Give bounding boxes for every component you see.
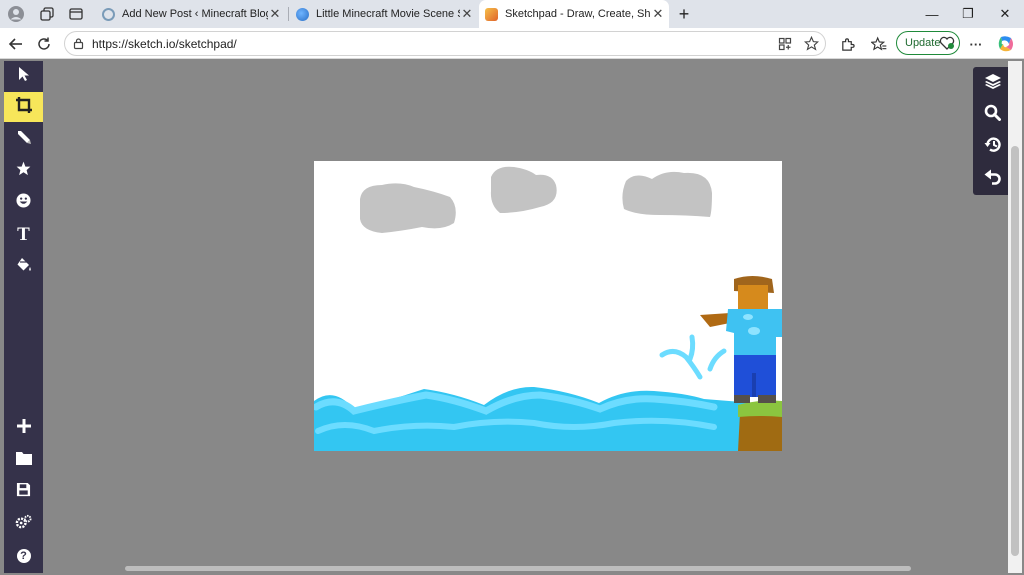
- tab-actions-icon[interactable]: [66, 4, 86, 24]
- splash-right: [707, 348, 727, 372]
- tab-bar: Add New Post ‹ Minecraft Blog — WordPres…: [0, 0, 1024, 28]
- undo-button[interactable]: [973, 163, 1012, 195]
- favorite-star-icon[interactable]: [803, 35, 820, 56]
- cliff-dirt: [738, 413, 782, 451]
- emoji-tool[interactable]: [4, 188, 43, 218]
- address-bar[interactable]: https://sketch.io/sketchpad/: [64, 31, 826, 56]
- text-tool[interactable]: T: [4, 220, 43, 250]
- new-sketch-button[interactable]: [4, 413, 43, 443]
- gears-icon: [15, 514, 32, 535]
- minimize-button[interactable]: —: [913, 0, 951, 28]
- history-button[interactable]: [973, 131, 1012, 163]
- back-button[interactable]: [5, 33, 27, 55]
- undo-icon: [984, 169, 1001, 190]
- figure-head: [738, 285, 768, 311]
- cloud-left: [360, 183, 456, 233]
- right-tool-panel: [973, 67, 1012, 195]
- site-info-icon[interactable]: [72, 37, 85, 55]
- help-button[interactable]: ?: [4, 541, 43, 571]
- pencil-icon: [16, 129, 32, 150]
- heart-pulse-icon: [939, 36, 955, 53]
- profile-icon[interactable]: [6, 4, 26, 24]
- tool-sidebar: T ?: [4, 61, 43, 573]
- star-icon: [16, 161, 31, 181]
- app-available-icon[interactable]: [778, 37, 792, 56]
- save-button[interactable]: [4, 477, 43, 507]
- close-tab-icon[interactable]: ✕: [651, 6, 665, 22]
- tab-title: Add New Post ‹ Minecraft Blog — WordPres…: [122, 8, 268, 20]
- select-tool[interactable]: [4, 61, 43, 91]
- sketchpad-favicon-icon: [485, 7, 498, 21]
- close-tab-icon[interactable]: ✕: [460, 6, 474, 22]
- layers-button[interactable]: [973, 67, 1012, 99]
- workspaces-icon[interactable]: [37, 4, 57, 24]
- horizontal-scroll-thumb[interactable]: [125, 566, 911, 571]
- favorites-icon[interactable]: [868, 33, 890, 55]
- arrow-cursor-icon: [17, 66, 31, 87]
- tab-wordpress[interactable]: Add New Post ‹ Minecraft Blog — WordPres…: [96, 2, 286, 26]
- tab-sketchpad[interactable]: Sketchpad - Draw, Create, Share! ✕: [479, 0, 669, 28]
- navigation-bar: https://sketch.io/sketchpad/ Update ···: [0, 28, 1024, 59]
- shapes-tool[interactable]: [4, 156, 43, 186]
- settings-button[interactable]: [4, 509, 43, 539]
- figure-arm: [700, 313, 730, 327]
- cloud-middle: [490, 166, 557, 213]
- paint-bucket-icon: [16, 257, 32, 278]
- fill-tool[interactable]: [4, 252, 43, 282]
- crop-tool[interactable]: [4, 92, 43, 122]
- shirt-patch: [748, 327, 760, 335]
- tab-separator: [288, 7, 289, 21]
- save-floppy-icon: [16, 482, 31, 502]
- sketch-drawing: [314, 166, 782, 451]
- cloud-right: [622, 171, 712, 217]
- vertical-scrollbar[interactable]: [1008, 61, 1022, 573]
- folder-icon: [15, 451, 32, 470]
- extensions-icon[interactable]: [836, 33, 858, 55]
- update-button[interactable]: Update: [896, 31, 960, 55]
- tab-movie-script[interactable]: Little Minecraft Movie Scene Script ✕: [290, 2, 478, 26]
- figure-shoe-left: [734, 395, 750, 403]
- open-file-button[interactable]: [4, 445, 43, 475]
- zoom-button[interactable]: [973, 99, 1012, 131]
- splash-left: [659, 349, 703, 380]
- search-icon: [984, 104, 1001, 126]
- new-tab-button[interactable]: +: [674, 4, 694, 24]
- splash-center: [687, 334, 696, 362]
- smiley-icon: [16, 193, 31, 213]
- figure-leg-gap: [752, 373, 756, 397]
- vertical-scroll-thumb[interactable]: [1011, 146, 1019, 556]
- tab-title: Sketchpad - Draw, Create, Share!: [505, 8, 651, 20]
- wordpress-favicon-icon: [102, 7, 115, 21]
- copilot-icon[interactable]: [995, 33, 1017, 55]
- layers-icon: [984, 73, 1002, 94]
- plus-icon: [16, 418, 31, 438]
- close-tab-icon[interactable]: ✕: [268, 6, 282, 22]
- help-icon: ?: [16, 549, 31, 563]
- figure-shoe-right: [758, 395, 776, 403]
- history-icon: [984, 136, 1002, 158]
- pencil-tool[interactable]: [4, 124, 43, 154]
- text-t-icon: T: [17, 224, 30, 245]
- globe-favicon-icon: [296, 7, 309, 21]
- crop-icon: [15, 96, 33, 119]
- more-menu-button[interactable]: ···: [965, 33, 987, 55]
- drawing-canvas[interactable]: [314, 161, 782, 451]
- tab-title: Little Minecraft Movie Scene Script: [316, 8, 460, 20]
- update-label: Update: [905, 37, 941, 49]
- url-text: https://sketch.io/sketchpad/: [92, 37, 237, 51]
- restore-button[interactable]: ❐: [949, 0, 987, 28]
- close-window-button[interactable]: ✕: [986, 0, 1024, 28]
- refresh-button[interactable]: [33, 33, 55, 55]
- shirt-patch: [743, 314, 753, 320]
